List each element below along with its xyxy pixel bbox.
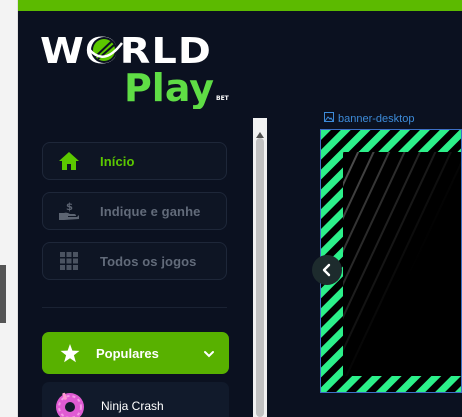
- category-label: Populares: [96, 345, 159, 361]
- banner-desktop[interactable]: [320, 129, 462, 393]
- resize-handle[interactable]: [0, 265, 6, 323]
- banner-placeholder-label: banner-desktop: [324, 112, 414, 125]
- sidebar-item-indique[interactable]: $ Indique e ganhe: [42, 192, 227, 230]
- sidebar: WORLD Play BET Início $ Indique e ganhe …: [18, 11, 271, 417]
- carousel-prev-button[interactable]: [312, 255, 342, 285]
- donut-icon: [56, 392, 84, 417]
- logo-word-play: Play: [124, 66, 214, 109]
- sidebar-item-todos[interactable]: Todos os jogos: [42, 242, 227, 280]
- svg-text:$: $: [66, 202, 73, 213]
- top-accent-bar: [18, 0, 462, 11]
- grid-icon: [58, 250, 80, 272]
- worldplay-logo[interactable]: WORLD Play BET: [40, 27, 230, 109]
- app-window: WORLD Play BET Início $ Indique e ganhe …: [18, 11, 462, 417]
- sidebar-item-inicio[interactable]: Início: [42, 142, 227, 180]
- game-title: Ninja Crash: [101, 399, 164, 413]
- menu-divider: [42, 307, 227, 308]
- game-item-ninja-crash[interactable]: Ninja Crash: [42, 382, 229, 417]
- logo-suffix-bet: BET: [216, 95, 230, 102]
- home-icon: [58, 150, 80, 172]
- category-populares-button[interactable]: Populares: [42, 332, 229, 374]
- scrollbar-thumb[interactable]: [256, 138, 264, 417]
- chevron-left-icon: [321, 263, 333, 277]
- image-icon: [324, 112, 334, 125]
- hand-money-icon: $: [58, 200, 80, 222]
- sidebar-item-label: Indique e ganhe: [100, 203, 201, 219]
- sidebar-item-label: Todos os jogos: [100, 253, 197, 269]
- star-icon: [60, 343, 80, 363]
- banner-label-text: banner-desktop: [338, 112, 415, 125]
- left-gutter: [0, 0, 18, 417]
- sidebar-item-label: Início: [100, 153, 135, 169]
- chevron-down-icon[interactable]: [203, 345, 215, 364]
